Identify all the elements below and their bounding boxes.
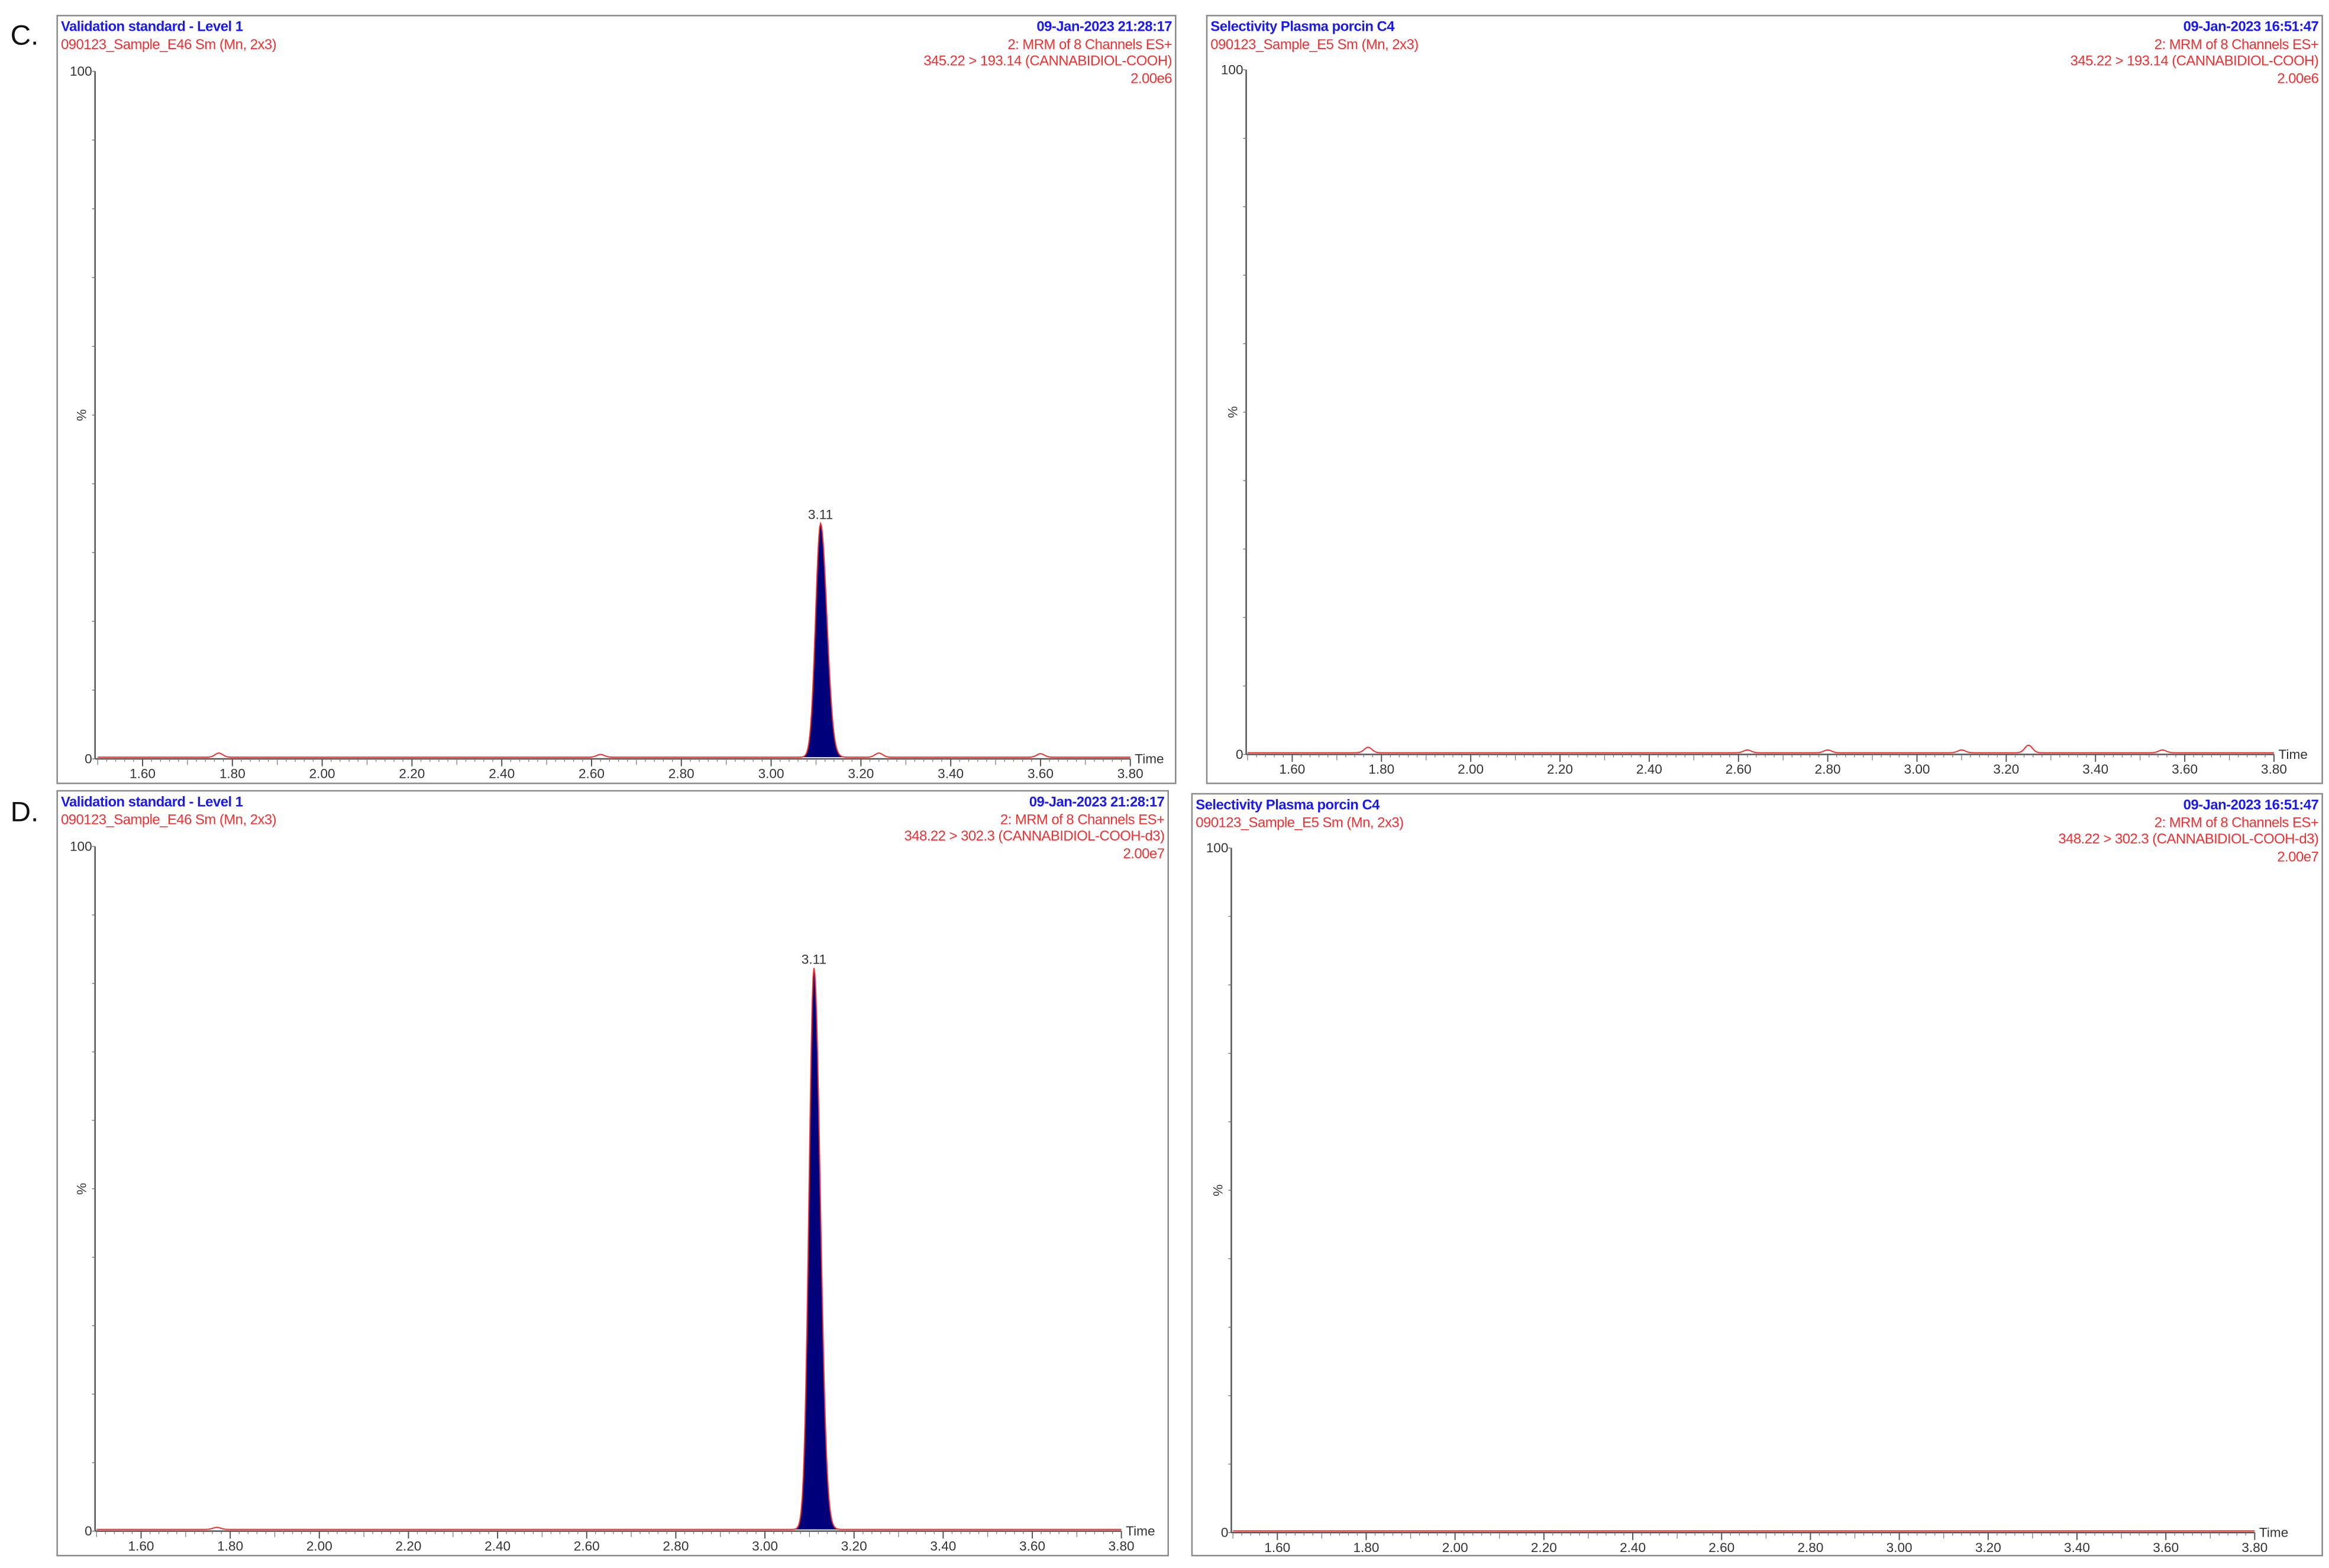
x-tick-label: 2.80 (668, 767, 694, 781)
x-tick-label: 3.60 (2153, 1540, 2179, 1555)
x-tick-label: 2.40 (1620, 1540, 1646, 1555)
y-axis-label: % (1225, 406, 1240, 418)
chromatogram-d-validation: Validation standard - Level 1 090123_Sam… (56, 790, 1169, 1557)
x-tick-label: 3.00 (1887, 1540, 1913, 1555)
x-tick-label: 1.60 (1279, 762, 1305, 777)
x-tick-label: 3.40 (938, 767, 964, 781)
chart-plot: 100 0% 1.60 1.80 2.00 2.20 2.40 2.60 2.80 3.00 3.2… (1206, 840, 2289, 1555)
chromatogram-c-validation: Validation standard - Level 1 090123_Sam… (56, 15, 1177, 784)
x-tick-label: 2.20 (1531, 1540, 1557, 1555)
x-tick-label: 3.60 (2172, 762, 2198, 777)
chromatogram-c-selectivity: Selectivity Plasma porcin C4 090123_Samp… (1206, 15, 2323, 784)
x-tick-label: 3.80 (2241, 1540, 2267, 1555)
x-axis-label: Time (2279, 747, 2308, 762)
x-tick-label: 2.80 (663, 1538, 689, 1553)
x-tick-label: 1.60 (130, 767, 156, 781)
peak-area-fill (798, 523, 852, 758)
x-tick-label: 3.00 (752, 1538, 778, 1553)
x-tick-label: 2.00 (1458, 762, 1484, 777)
x-axis-label: Time (1135, 752, 1164, 767)
x-tick-label: 3.20 (1993, 762, 2019, 777)
x-tick-label: 3.80 (1117, 767, 1143, 781)
x-tick-label: 1.80 (1354, 1540, 1380, 1555)
chromatogram-trace (1247, 744, 2275, 754)
x-tick-label: 2.00 (1442, 1540, 1468, 1555)
y-tick-label-100: 100 (70, 839, 92, 854)
x-tick-label: 2.40 (489, 767, 515, 781)
y-tick-label-0: 0 (85, 752, 92, 767)
y-tick-label-0: 0 (1221, 1525, 1229, 1540)
figure: C. D. Validation standard - Level 1 0901… (0, 0, 2329, 1568)
y-axis-label: % (75, 409, 89, 421)
peak-label: 3.11 (808, 507, 833, 522)
x-tick-label: 3.80 (2261, 762, 2287, 777)
x-tick-label: 2.20 (399, 767, 425, 781)
y-tick-label-100: 100 (1221, 63, 1243, 77)
x-tick-label: 1.60 (128, 1538, 154, 1553)
chart-plot: 100 0% 1.60 1.80 2.00 2.20 2.40 2.60 2.80 3.00 3.2… (1221, 63, 2308, 777)
chromatogram-d-selectivity: Selectivity Plasma porcin C4 090123_Samp… (1191, 793, 2323, 1557)
panel-label-d: D. (10, 797, 39, 829)
x-tick-label: 1.80 (1368, 762, 1394, 777)
x-tick-label: 2.80 (1797, 1540, 1823, 1555)
chart-plot: 100 0% 1.60 1.80 2.00 2.20 2.40 2.60 2.80 3.00 3.2… (70, 64, 1164, 781)
x-tick-label: 2.80 (1815, 762, 1841, 777)
x-tick-label: 3.80 (1109, 1538, 1135, 1553)
chromatogram-trace (96, 968, 1122, 1530)
peak-label: 3.11 (802, 952, 826, 966)
x-tick-label: 3.40 (930, 1538, 956, 1553)
x-tick-label: 3.00 (758, 767, 784, 781)
x-tick-label: 3.60 (1028, 767, 1054, 781)
x-tick-label: 3.20 (848, 767, 874, 781)
x-axis-label: Time (2259, 1525, 2288, 1540)
y-tick-label-100: 100 (70, 64, 92, 79)
x-tick-label: 2.60 (579, 767, 605, 781)
x-tick-label: 2.60 (1708, 1540, 1734, 1555)
x-tick-label: 1.80 (219, 767, 246, 781)
panel-label-c: C. (10, 21, 39, 52)
x-tick-label: 2.60 (574, 1538, 600, 1553)
chromatogram-trace (98, 521, 1130, 758)
x-tick-label: 3.20 (1975, 1540, 2001, 1555)
x-tick-label: 2.00 (309, 767, 335, 781)
x-tick-label: 2.00 (306, 1538, 332, 1553)
x-tick-label: 2.20 (1547, 762, 1573, 777)
x-tick-label: 3.40 (2064, 1540, 2090, 1555)
y-tick-label-100: 100 (1206, 840, 1229, 855)
x-axis-label: Time (1126, 1524, 1155, 1538)
chart-plot: 100 0% 1.60 1.80 2.00 2.20 2.40 2.60 2.80 3.00 3.2… (70, 839, 1155, 1554)
peak-area-fill (792, 968, 845, 1530)
x-tick-label: 3.60 (1019, 1538, 1045, 1553)
x-tick-label: 3.20 (841, 1538, 867, 1553)
y-axis-label: % (75, 1183, 89, 1195)
y-tick-label-0: 0 (1236, 747, 1243, 762)
x-tick-label: 3.40 (2082, 762, 2108, 777)
x-tick-label: 2.40 (1636, 762, 1662, 777)
x-tick-label: 2.60 (1726, 762, 1752, 777)
y-tick-label-0: 0 (85, 1524, 92, 1538)
x-tick-label: 3.00 (1904, 762, 1930, 777)
y-axis-label: % (1210, 1184, 1225, 1196)
x-tick-label: 1.80 (217, 1538, 243, 1553)
x-tick-label: 1.60 (1264, 1540, 1290, 1555)
x-tick-label: 2.20 (395, 1538, 421, 1553)
x-tick-label: 2.40 (484, 1538, 511, 1553)
